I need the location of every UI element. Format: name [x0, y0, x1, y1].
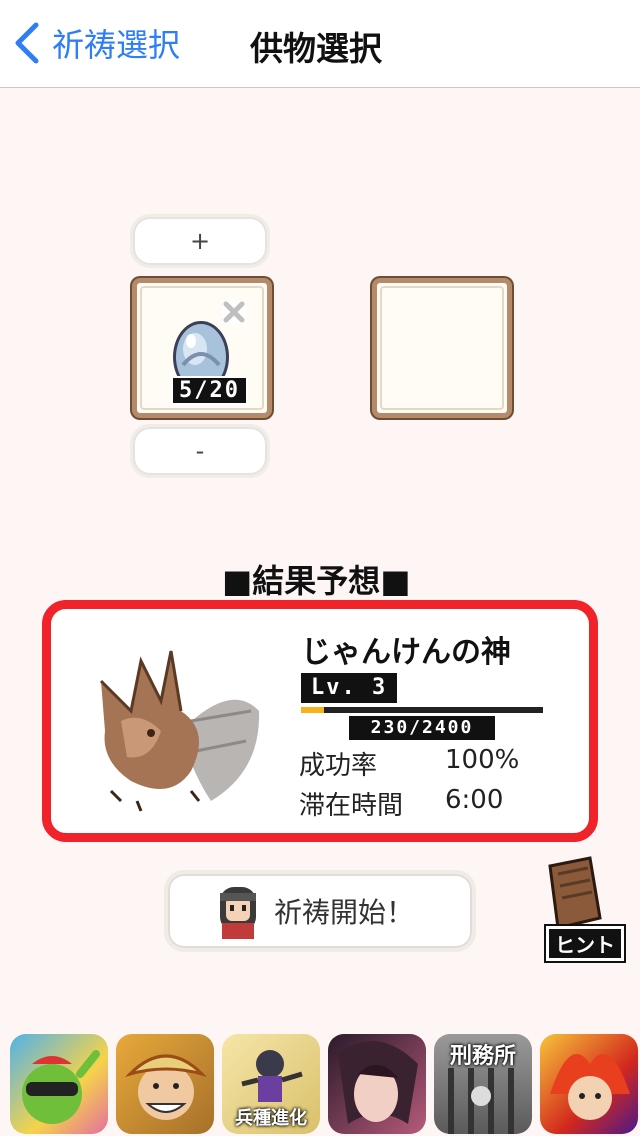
back-button-label: 祈祷選択	[52, 26, 181, 64]
fire-hero-app-icon	[550, 1054, 630, 1120]
ad-bar: 兵種進化 刑務所	[0, 1034, 640, 1136]
ad-icon-romance[interactable]	[328, 1034, 426, 1134]
stay-time-label: 滞在時間	[299, 791, 404, 821]
ad-icon-pirate[interactable]	[116, 1034, 214, 1134]
decrease-label: -	[195, 437, 205, 465]
chevron-left-icon	[15, 22, 39, 64]
ad-caption: 刑務所	[449, 1044, 516, 1069]
rock-monster-icon	[99, 650, 260, 812]
hint-label: ヒント	[546, 926, 624, 961]
start-prayer-label: 祈祷開始！	[274, 896, 415, 929]
navigation-bar: 祈祷選択 供物選択	[0, 0, 640, 88]
book-icon	[548, 856, 602, 930]
ad-icon-ninja[interactable]: 兵種進化	[222, 1034, 320, 1134]
ad-icon-green-character[interactable]	[10, 1034, 108, 1134]
exp-text: 230/2400	[349, 716, 495, 740]
item-count-badge: 5/20	[171, 376, 248, 405]
ad-caption: 兵種進化	[235, 1108, 307, 1129]
offering-slot-2[interactable]	[372, 278, 512, 418]
result-card: じゃんけんの神 Lv. 3 230/2400 成功率 100% 滞在時間 6:0…	[42, 600, 598, 842]
level-label: Lv. 3	[301, 673, 398, 703]
exp-bar	[301, 707, 543, 713]
success-rate-label: 成功率	[299, 751, 378, 781]
ad-icon-fire-hero[interactable]	[540, 1034, 638, 1134]
increase-button[interactable]: +	[130, 214, 270, 268]
increase-label: +	[189, 227, 211, 255]
pirate-app-icon	[124, 1054, 208, 1120]
success-rate-value: 100%	[445, 745, 520, 775]
result-heading: ■結果予想■	[222, 562, 411, 600]
stay-time-value: 6:00	[445, 785, 504, 815]
romance-app-icon	[338, 1041, 418, 1124]
ad-icon-prison[interactable]: 刑務所	[434, 1034, 532, 1134]
priestess-avatar-icon	[220, 887, 256, 939]
monster-name: じゃんけんの神	[301, 635, 511, 670]
decrease-button[interactable]: -	[130, 424, 270, 478]
green-character-app-icon	[22, 1050, 100, 1124]
page-title: 供物選択	[250, 29, 382, 68]
close-icon[interactable]	[219, 297, 249, 327]
hint-button[interactable]: ヒント	[532, 856, 624, 961]
start-prayer-button[interactable]: 祈祷開始！	[164, 870, 476, 952]
exp-bar-fill	[301, 707, 325, 713]
offering-slot-1[interactable]: 5/20	[132, 278, 272, 418]
back-button[interactable]: 祈祷選択	[14, 18, 180, 68]
slot-frame	[380, 286, 504, 410]
